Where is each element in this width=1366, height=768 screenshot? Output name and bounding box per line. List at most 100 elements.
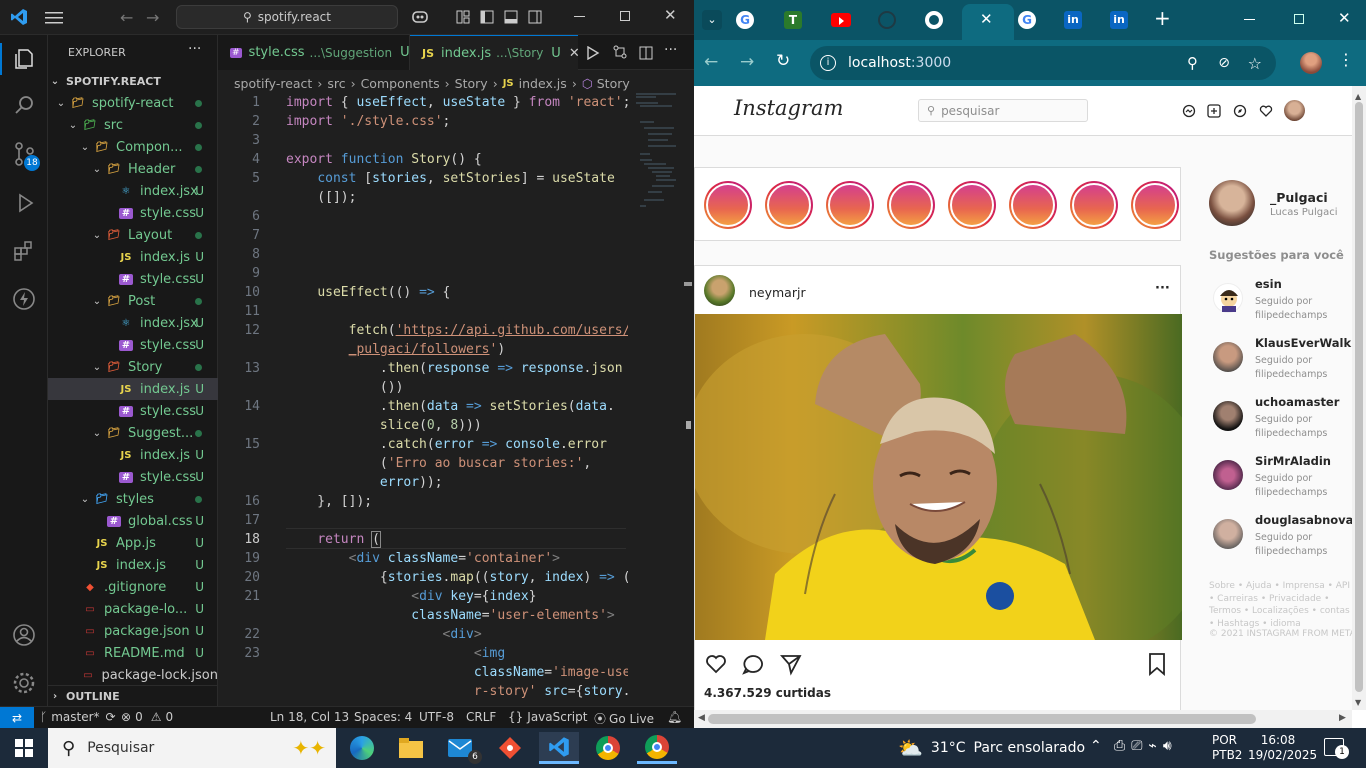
weather-widget[interactable]: ⛅ 31°C Parc ensolarado (898, 728, 1085, 768)
suggestion-avatar[interactable] (1213, 342, 1243, 372)
run-icon[interactable] (586, 45, 600, 64)
window-minimize-icon[interactable] (1244, 19, 1255, 20)
youtube-tab-icon[interactable] (831, 13, 851, 27)
new-tab-button[interactable]: + (1154, 6, 1171, 30)
tree-item[interactable]: ⚛ index.jsx U (48, 312, 218, 334)
tree-item[interactable]: ⌄ 📁︎ Post (48, 290, 218, 312)
suggestion-username[interactable]: esin (1255, 277, 1282, 291)
tree-item[interactable]: # style.css U (48, 400, 218, 422)
tree-item[interactable]: # style.css U (48, 334, 218, 356)
chrome-tab-icon[interactable] (925, 11, 943, 29)
file-explorer-icon[interactable] (391, 732, 431, 764)
profile-avatar[interactable] (1300, 52, 1322, 74)
tree-item[interactable]: ⌄ 📁︎ spotify-react (48, 92, 218, 114)
tab-list-chevron-icon[interactable]: ⌄ (702, 10, 722, 30)
breadcrumb-item[interactable]: Story (597, 76, 630, 91)
search-icon[interactable] (12, 93, 36, 121)
explorer-icon[interactable] (0, 43, 48, 75)
breadcrumb-item[interactable]: index.js (519, 76, 567, 91)
tree-item[interactable]: ▭ package-lo... U (48, 598, 218, 620)
outline-section[interactable]: › OUTLINE (48, 685, 218, 707)
notifications-bell-icon[interactable]: 🔔︎ (667, 710, 682, 724)
account-icon[interactable] (12, 623, 36, 651)
git-app-icon[interactable] (490, 732, 530, 764)
comment-icon[interactable] (741, 653, 765, 679)
source-control-icon[interactable]: 18 (12, 141, 40, 173)
post-avatar[interactable] (704, 275, 735, 306)
editor-more-icon[interactable]: ··· (664, 42, 677, 58)
taskbar-search[interactable]: ⚲ Pesquisar ✦✦ (48, 728, 336, 768)
story-circle[interactable] (765, 181, 813, 229)
tree-item[interactable]: ⌄ 📁︎ Story (48, 356, 218, 378)
notification-center-icon[interactable]: 1 (1324, 738, 1349, 759)
tray-icons[interactable]: ⎙⎚⌁🔊︎ (1114, 738, 1178, 754)
compare-icon[interactable] (612, 44, 628, 64)
run-debug-icon[interactable] (12, 191, 36, 219)
save-bookmark-icon[interactable] (1147, 652, 1167, 680)
suggestion-username[interactable]: uchoamaster (1255, 395, 1339, 409)
clock[interactable]: 16:08 19/02/2025 (1248, 733, 1317, 763)
tree-item[interactable]: # style.css U (48, 202, 218, 224)
vertical-scrollbar[interactable]: ▲ ▼ (1352, 86, 1366, 710)
remote-indicator[interactable]: ⇄ (0, 707, 34, 728)
copilot-icon[interactable] (410, 8, 430, 26)
story-circle[interactable] (1131, 181, 1179, 229)
tree-item[interactable]: # style.css U (48, 268, 218, 290)
header-avatar[interactable] (1284, 100, 1305, 121)
tree-item[interactable]: JS index.js U (48, 246, 218, 268)
suggestion-username[interactable]: SirMrAladin (1255, 454, 1331, 468)
linkedin-tab2-icon[interactable]: in (1110, 11, 1128, 29)
active-tab[interactable]: ✕ (962, 4, 1014, 40)
breadcrumb-item[interactable]: Story (455, 76, 488, 91)
reload-icon[interactable]: ↻ (776, 51, 790, 71)
chrome-app-icon[interactable] (588, 732, 628, 764)
tree-item[interactable]: JS App.js U (48, 532, 218, 554)
story-circle[interactable] (1009, 181, 1057, 229)
footer-links[interactable]: Sobre • Ajuda • Imprensa • API • Carreir… (1209, 580, 1352, 630)
breadcrumb-item[interactable]: spotify-react (234, 76, 312, 91)
tree-item[interactable]: ◆ .gitignore U (48, 576, 218, 598)
chrome-profile-app-icon[interactable] (637, 732, 677, 764)
edge-app-icon[interactable] (342, 732, 382, 764)
tree-item[interactable]: JS index.js U (48, 444, 218, 466)
minimize-icon[interactable] (574, 16, 585, 17)
story-circle[interactable] (1070, 181, 1118, 229)
eye-off-icon[interactable]: ⊘ (1218, 55, 1230, 71)
tab-close-icon[interactable]: ✕ (980, 10, 993, 28)
forward-arrow-icon[interactable]: → (146, 8, 159, 27)
tree-item[interactable]: ⌄ 📁︎ Layout (48, 224, 218, 246)
tree-item[interactable]: ⌄ 📁︎ styles (48, 488, 218, 510)
share-icon[interactable] (779, 652, 803, 680)
suggestion-avatar[interactable] (1213, 283, 1243, 313)
minimap[interactable] (632, 92, 682, 212)
horizontal-scrollbar[interactable]: ◀ ▶ (694, 710, 1352, 728)
suggestion-avatar[interactable] (1213, 519, 1243, 549)
ig-logo[interactable]: Instagram (734, 96, 843, 120)
t-tab-icon[interactable]: T (784, 11, 802, 29)
close-icon[interactable]: ✕ (664, 6, 677, 24)
profile-username[interactable]: _Pulgaci (1270, 190, 1328, 205)
suggestion-username[interactable]: KlausEverWalking (1255, 336, 1352, 350)
go-live-button[interactable]: ⦿ Go Live (594, 710, 654, 727)
tree-item[interactable]: ▭ package-lock.json (48, 664, 218, 686)
live-share-icon[interactable] (12, 287, 36, 315)
window-close-icon[interactable]: ✕ (1338, 9, 1351, 27)
split-editor-icon[interactable] (639, 45, 653, 64)
tree-item[interactable]: # style.css U (48, 466, 218, 488)
tree-item[interactable]: ▭ README.md U (48, 642, 218, 664)
suggestion-avatar[interactable] (1213, 401, 1243, 431)
story-circle[interactable] (826, 181, 874, 229)
breadcrumb-item[interactable]: src (327, 76, 345, 91)
forward-icon[interactable]: → (740, 52, 754, 72)
post-image[interactable] (695, 314, 1182, 640)
command-center-search[interactable]: ⚲ spotify.react (176, 5, 398, 29)
encoding[interactable]: UTF-8 (419, 710, 454, 724)
tab-close-icon[interactable]: ✕ (569, 46, 580, 61)
tree-item[interactable]: JS index.js U (48, 554, 218, 576)
tree-item[interactable]: ⌄ 📁︎ Suggest... (48, 422, 218, 444)
problems-indicator[interactable]: ⊗ 0 ⚠ 0 (121, 710, 173, 724)
back-icon[interactable]: ← (704, 52, 718, 72)
story-circle[interactable] (948, 181, 996, 229)
story-circle[interactable] (704, 181, 752, 229)
linkedin-tab-icon[interactable]: in (1064, 11, 1082, 29)
